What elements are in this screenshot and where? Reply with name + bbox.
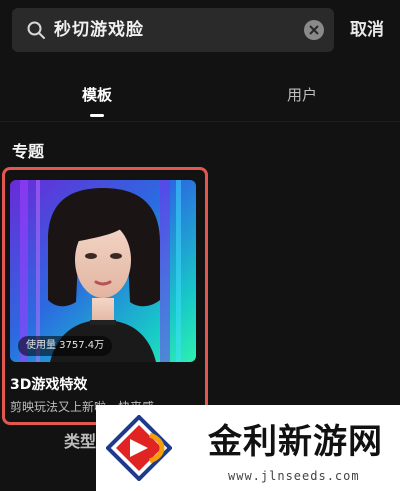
tabs-divider — [0, 121, 400, 122]
active-tab-indicator — [90, 114, 104, 117]
type-filter-label[interactable]: 类型 — [64, 428, 96, 452]
search-query: 秒切游戏脸 — [54, 20, 144, 40]
tab-bar: 模板 用户 — [0, 78, 400, 120]
usage-badge: 使用量 3757.4万 — [18, 336, 113, 356]
search-input[interactable]: 秒切游戏脸 — [12, 8, 334, 52]
card-title: 3D游戏特效 — [10, 377, 88, 393]
site-logo-icon — [106, 415, 172, 481]
card-thumbnail — [10, 180, 196, 362]
tab-users[interactable]: 用户 — [287, 84, 317, 106]
section-title: 专题 — [12, 142, 45, 161]
topic-card[interactable]: 使用量 3757.4万 3D游戏特效 剪映玩法又上新啦，快来感 — [10, 180, 196, 416]
site-watermark: 金利新游网 www.jlnseeds.com — [96, 405, 400, 491]
site-name: 金利新游网 — [208, 422, 383, 462]
top-bar: 秒切游戏脸 取消 — [0, 0, 400, 64]
tab-templates[interactable]: 模板 — [82, 84, 112, 106]
cancel-button[interactable]: 取消 — [350, 18, 384, 42]
search-icon — [27, 21, 45, 39]
site-url: www.jlnseeds.com — [228, 469, 360, 483]
clear-icon[interactable] — [304, 20, 324, 40]
